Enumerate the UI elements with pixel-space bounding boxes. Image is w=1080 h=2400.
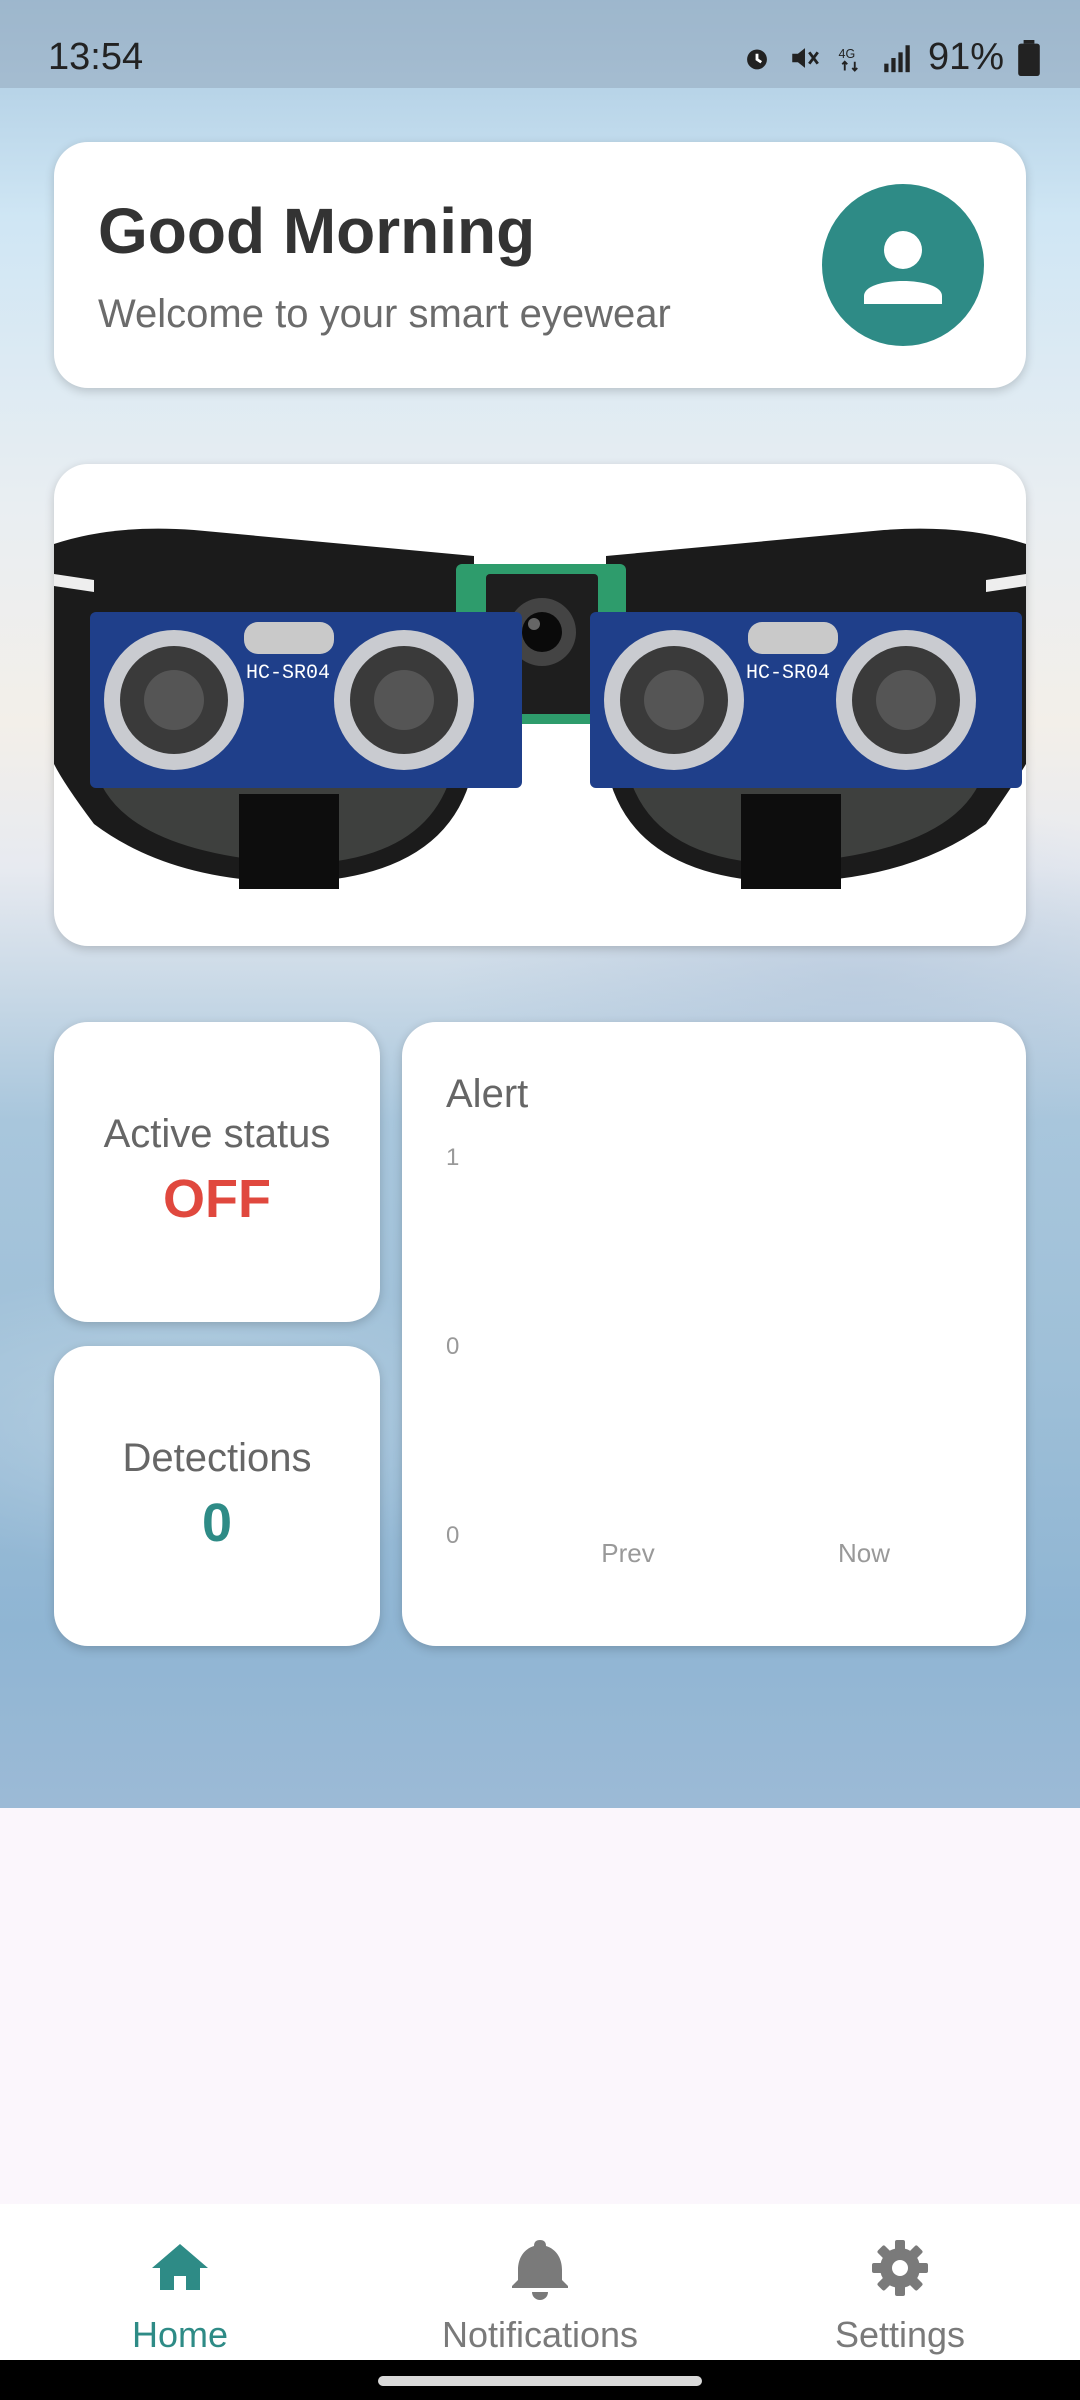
profile-avatar-button[interactable]: [822, 184, 984, 346]
y-tick-label: 1: [446, 1144, 459, 1171]
smart-eyewear-image: HC-SR04 HC-SR04: [54, 528, 1026, 889]
active-status-card: Active status OFF: [54, 1022, 380, 1322]
nav-item-settings[interactable]: Settings: [720, 2204, 1080, 2360]
y-tick-label: 0: [446, 1333, 459, 1360]
status-bar: 13:54 4G 91%: [0, 0, 1080, 88]
gesture-bar: [0, 2360, 1080, 2400]
home-icon: [152, 2244, 208, 2290]
nav-label-settings: Settings: [834, 2314, 966, 2355]
y-tick-label: 0: [446, 1522, 459, 1549]
alarm-icon: [747, 49, 767, 69]
battery-icon: [1018, 39, 1040, 76]
nav-item-notifications[interactable]: Notifications: [360, 2204, 720, 2360]
nav-label-home: Home: [131, 2314, 229, 2355]
status-time: 13:54: [48, 36, 144, 78]
status-icons: 4G 91%: [740, 36, 1040, 79]
network-4g-icon: 4G: [838, 47, 858, 72]
greeting-title: Good Morning: [98, 195, 536, 267]
detections-label: Detections: [122, 1436, 312, 1480]
mute-icon: [792, 47, 819, 68]
alert-chart: 1 0 0 Prev Now: [446, 1144, 890, 1568]
greeting-subtitle: Welcome to your smart eyewear: [98, 292, 671, 336]
sensor-label-right: HC-SR04: [746, 662, 830, 685]
person-icon: [864, 231, 942, 304]
greeting-card: Good Morning Welcome to your smart eyewe…: [54, 142, 1026, 388]
alert-chart-card: Alert 1 0 0 Prev Now: [402, 1022, 1026, 1646]
svg-text:4G: 4G: [838, 47, 855, 61]
signal-icon: [884, 44, 910, 72]
active-status-label: Active status: [103, 1112, 331, 1156]
device-image-card: HC-SR04 HC-SR04: [54, 464, 1026, 946]
bottom-navigation: Home Notifications Settings: [0, 2204, 1080, 2360]
x-tick-label: Prev: [601, 1538, 654, 1568]
detections-card: Detections 0: [54, 1346, 380, 1646]
home-gesture-handle[interactable]: [378, 2376, 702, 2386]
nav-label-notifications: Notifications: [441, 2314, 639, 2355]
x-tick-label: Now: [838, 1538, 890, 1568]
sensor-label-left: HC-SR04: [246, 662, 330, 685]
bell-icon: [512, 2240, 568, 2300]
battery-percent: 91%: [927, 36, 1004, 78]
active-status-value: OFF: [163, 1169, 271, 1229]
gear-icon: [872, 2240, 928, 2296]
detections-value: 0: [201, 1493, 233, 1553]
nav-item-home[interactable]: Home: [0, 2204, 360, 2360]
